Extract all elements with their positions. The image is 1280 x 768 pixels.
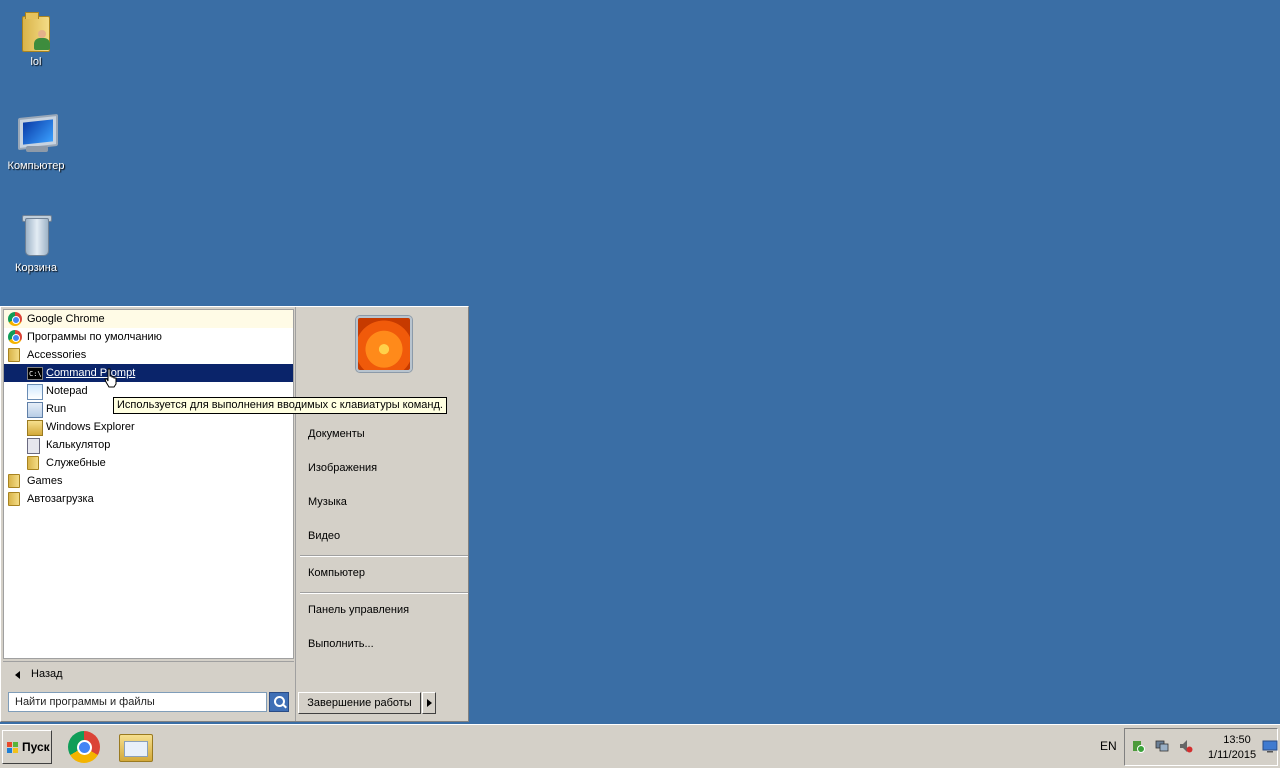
right-item-pictures[interactable]: Изображения	[308, 462, 377, 474]
right-item-video[interactable]: Видео	[308, 530, 340, 542]
program-folder-system-tools[interactable]: Служебные	[4, 454, 293, 472]
clock-date[interactable]: 1/11/2015	[1204, 749, 1260, 761]
back-arrow-icon	[15, 671, 20, 679]
start-menu-right-pane: Документы Изображения Музыка Видео Компь…	[295, 307, 469, 721]
program-item-calculator[interactable]: Калькулятор	[4, 436, 293, 454]
search-button[interactable]	[269, 692, 289, 712]
desktop-icon-user-folder[interactable]: lol	[0, 6, 72, 68]
program-folder-accessories[interactable]: Accessories	[4, 346, 293, 364]
separator	[300, 555, 468, 557]
start-menu: Google Chrome Программы по умолчанию Acc…	[0, 306, 469, 722]
taskbar-chrome-icon[interactable]	[68, 731, 100, 763]
shutdown-button[interactable]: Завершение работы	[298, 692, 421, 714]
clock-time[interactable]: 13:50	[1214, 734, 1260, 746]
computer-icon	[12, 110, 60, 158]
desktop-icon-recycle-bin[interactable]: Корзина	[0, 212, 72, 274]
taskbar: Пуск EN 13:50 1/11/2015	[0, 724, 1280, 768]
program-label: Google Chrome	[27, 313, 105, 325]
desktop-icon-label: Компьютер	[7, 160, 65, 172]
program-item-default-programs[interactable]: Программы по умолчанию	[4, 328, 293, 346]
program-label: Программы по умолчанию	[27, 331, 162, 343]
right-item-control-panel[interactable]: Панель управления	[308, 604, 409, 616]
shutdown-options-arrow[interactable]	[422, 692, 436, 714]
program-label: Notepad	[46, 385, 88, 397]
program-label: Command Prompt	[46, 367, 136, 379]
separator	[300, 592, 468, 594]
folder-icon	[27, 456, 39, 470]
command-prompt-icon	[27, 365, 43, 383]
tooltip: Используется для выполнения вводимых с к…	[113, 397, 447, 414]
desktop-icon-label: Корзина	[15, 262, 57, 274]
program-label: Run	[46, 403, 67, 415]
program-folder-startup[interactable]: Автозагрузка	[4, 490, 293, 508]
default-programs-icon	[8, 330, 22, 344]
explorer-icon	[27, 420, 43, 436]
start-button[interactable]: Пуск	[2, 730, 52, 764]
program-label: Служебные	[46, 457, 106, 469]
show-desktop-icon[interactable]	[1262, 739, 1278, 753]
taskbar-explorer-icon[interactable]	[119, 734, 153, 762]
all-programs-list[interactable]: Google Chrome Программы по умолчанию Acc…	[3, 309, 294, 659]
program-item-windows-explorer[interactable]: Windows Explorer	[4, 418, 293, 436]
chrome-icon	[8, 312, 22, 326]
program-item-google-chrome[interactable]: Google Chrome	[4, 310, 293, 328]
program-folder-games[interactable]: Games	[4, 472, 293, 490]
windows-flag-icon	[7, 742, 19, 754]
right-item-documents[interactable]: Документы	[308, 428, 365, 440]
program-item-command-prompt[interactable]: Command Prompt	[4, 364, 293, 383]
program-label: Калькулятор	[46, 439, 111, 451]
user-picture[interactable]	[356, 316, 412, 372]
folder-icon	[8, 474, 20, 488]
right-item-music[interactable]: Музыка	[308, 496, 347, 508]
folder-icon	[8, 348, 20, 362]
action-center-icon[interactable]	[1131, 739, 1145, 753]
user-folder-icon	[12, 6, 60, 54]
program-label: Games	[27, 475, 63, 487]
start-label: Пуск	[22, 740, 50, 754]
right-item-computer[interactable]: Компьютер	[308, 567, 365, 579]
notepad-icon	[27, 384, 43, 400]
calculator-icon	[27, 438, 40, 454]
run-icon	[27, 402, 43, 418]
recycle-bin-icon	[12, 212, 60, 260]
language-indicator[interactable]: EN	[1100, 739, 1117, 753]
program-label: Accessories	[27, 349, 87, 361]
folder-icon	[8, 492, 20, 506]
hand-cursor-icon	[104, 368, 117, 388]
right-item-run[interactable]: Выполнить...	[308, 638, 374, 650]
program-label: Автозагрузка	[27, 493, 94, 505]
search-input[interactable]: Найти программы и файлы	[8, 692, 267, 712]
desktop-icon-label: lol	[30, 56, 42, 68]
back-button[interactable]: Назад	[3, 661, 294, 688]
back-label: Назад	[31, 668, 63, 680]
volume-muted-icon[interactable]	[1179, 739, 1193, 753]
desktop-icon-computer[interactable]: Компьютер	[0, 110, 72, 172]
program-label: Windows Explorer	[46, 421, 135, 433]
network-icon[interactable]	[1155, 739, 1169, 753]
